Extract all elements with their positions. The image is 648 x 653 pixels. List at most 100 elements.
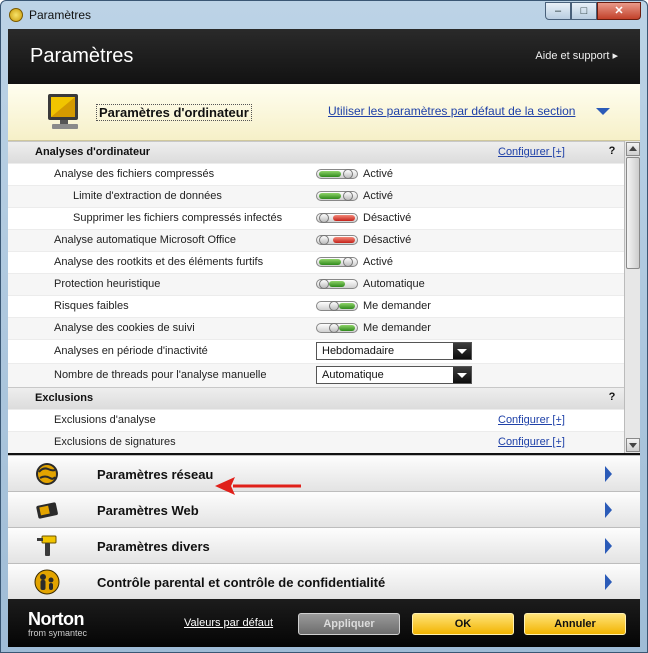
panel-label: Paramètres Web bbox=[97, 503, 199, 518]
setting-row[interactable]: Nombre de threads pour l'analyse manuell… bbox=[8, 363, 624, 387]
settings-window: Paramètres – □ ✕ Paramètres Aide et supp… bbox=[0, 0, 648, 653]
setting-label: Analyse des cookies de suivi bbox=[54, 322, 195, 334]
cancel-button[interactable]: Annuler bbox=[524, 613, 626, 635]
window-controls: – □ ✕ bbox=[545, 2, 641, 20]
panel-misc[interactable]: Paramètres divers bbox=[8, 527, 640, 563]
vertical-scrollbar[interactable] bbox=[624, 141, 640, 453]
scroll-thumb[interactable] bbox=[626, 157, 640, 269]
close-icon[interactable]: ✕ bbox=[597, 2, 641, 20]
panel-network[interactable]: Paramètres réseau bbox=[8, 455, 640, 491]
header: Paramètres Aide et support ▸ bbox=[8, 29, 640, 84]
setting-label: Limite d'extraction de données bbox=[73, 190, 222, 202]
client-area: Paramètres Aide et support ▸ Paramètres … bbox=[8, 29, 640, 647]
setting-row[interactable]: Limite d'extraction de données Activé bbox=[8, 185, 624, 207]
setting-row[interactable]: Analyse des cookies de suivi Me demander bbox=[8, 317, 624, 339]
web-card-icon bbox=[36, 502, 58, 519]
tools-icon bbox=[37, 535, 57, 556]
section-title: Paramètres d'ordinateur bbox=[96, 104, 252, 121]
panel-label: Paramètres réseau bbox=[97, 467, 214, 482]
help-support-link[interactable]: Aide et support ▸ bbox=[535, 49, 618, 62]
maximize-icon[interactable]: □ bbox=[571, 2, 597, 20]
apply-button[interactable]: Appliquer bbox=[298, 613, 400, 635]
dropdown-value: Hebdomadaire bbox=[322, 345, 395, 357]
setting-label: Protection heuristique bbox=[54, 278, 161, 290]
toggle-switch[interactable] bbox=[316, 213, 358, 223]
setting-row[interactable]: Protection heuristique Automatique bbox=[8, 273, 624, 295]
setting-label: Nombre de threads pour l'analyse manuell… bbox=[54, 369, 267, 381]
setting-value: Désactivé bbox=[363, 212, 412, 224]
setting-value: Activé bbox=[363, 256, 393, 268]
panel-label: Contrôle parental et contrôle de confide… bbox=[97, 575, 386, 590]
setting-value: Activé bbox=[363, 168, 393, 180]
setting-row[interactable]: Analyse automatique Microsoft Office Dés… bbox=[8, 229, 624, 251]
section-defaults-link[interactable]: Utiliser les paramètres par défaut de la… bbox=[328, 104, 575, 118]
globe-icon bbox=[36, 463, 58, 485]
setting-row[interactable]: Analyses en période d'inactivité Hebdoma… bbox=[8, 339, 624, 363]
category-label: Analyses d'ordinateur bbox=[35, 146, 151, 158]
toggle-switch[interactable] bbox=[316, 191, 358, 201]
toggle-switch[interactable] bbox=[316, 301, 358, 311]
threads-dropdown[interactable]: Automatique bbox=[316, 366, 472, 384]
toggle-switch[interactable] bbox=[316, 279, 358, 289]
setting-row[interactable]: Analyse des rootkits et des éléments fur… bbox=[8, 251, 624, 273]
toggle-switch[interactable] bbox=[316, 169, 358, 179]
category-label: Exclusions bbox=[35, 392, 94, 404]
scroll-up-icon[interactable] bbox=[626, 142, 640, 156]
page-title: Paramètres bbox=[30, 45, 134, 67]
scroll-down-icon[interactable] bbox=[626, 438, 640, 452]
parental-icon bbox=[34, 569, 60, 595]
help-icon[interactable]: ? bbox=[605, 145, 619, 159]
setting-value: Désactivé bbox=[363, 234, 412, 246]
configure-link[interactable]: Configurer [+] bbox=[498, 146, 565, 158]
chevron-down-icon[interactable] bbox=[453, 367, 471, 383]
setting-label: Risques faibles bbox=[54, 300, 129, 312]
red-pointer-arrow-icon bbox=[215, 477, 301, 495]
setting-row[interactable]: Analyse des fichiers compressés Activé bbox=[8, 163, 624, 185]
toggle-switch[interactable] bbox=[316, 257, 358, 267]
configure-link[interactable]: Configurer [+] bbox=[498, 414, 565, 426]
expand-arrow-icon[interactable] bbox=[605, 466, 612, 482]
toggle-switch[interactable] bbox=[316, 323, 358, 333]
toggle-switch[interactable] bbox=[316, 235, 358, 245]
panel-web[interactable]: Paramètres Web bbox=[8, 491, 640, 527]
setting-row[interactable]: Risques faibles Me demander bbox=[8, 295, 624, 317]
setting-value: Me demander bbox=[363, 300, 431, 312]
dropdown-value: Automatique bbox=[322, 369, 384, 381]
exclusion-row[interactable]: Exclusions d'analyse Configurer [+] bbox=[8, 409, 624, 431]
setting-value: Automatique bbox=[363, 278, 425, 290]
category-analyses: Analyses d'ordinateur Configurer [+] ? bbox=[8, 141, 624, 163]
expand-arrow-icon[interactable] bbox=[605, 574, 612, 590]
norton-logo: Norton from symantec bbox=[28, 609, 87, 638]
monitor-icon bbox=[48, 94, 78, 129]
window-title: Paramètres bbox=[29, 8, 92, 22]
expand-arrow-icon[interactable] bbox=[605, 538, 612, 554]
footer: Norton from symantec Valeurs par défaut … bbox=[8, 599, 640, 647]
setting-label: Analyses en période d'inactivité bbox=[54, 345, 208, 357]
setting-label: Analyse automatique Microsoft Office bbox=[54, 234, 236, 246]
minimize-icon[interactable]: – bbox=[545, 2, 571, 20]
logo-subtitle: from symantec bbox=[28, 628, 88, 638]
expand-arrow-icon[interactable] bbox=[605, 502, 612, 518]
setting-label: Supprimer les fichiers compressés infect… bbox=[73, 212, 283, 224]
ok-button[interactable]: OK bbox=[412, 613, 514, 635]
help-icon[interactable]: ? bbox=[605, 391, 619, 405]
setting-label: Analyse des fichiers compressés bbox=[54, 168, 215, 180]
section-header[interactable]: Paramètres d'ordinateur Utiliser les par… bbox=[8, 84, 640, 141]
setting-value: Activé bbox=[363, 190, 393, 202]
collapse-arrow-icon[interactable] bbox=[596, 108, 610, 115]
exclusion-label: Exclusions de signatures bbox=[54, 436, 176, 448]
panel-parental[interactable]: Contrôle parental et contrôle de confide… bbox=[8, 563, 640, 599]
logo-word: Norton bbox=[28, 609, 84, 629]
title-bar[interactable]: Paramètres – □ ✕ bbox=[1, 1, 647, 29]
exclusion-label: Exclusions d'analyse bbox=[54, 414, 156, 426]
category-exclusions: Exclusions ? bbox=[8, 387, 624, 409]
exclusion-row[interactable]: Exclusions de signatures Configurer [+] bbox=[8, 431, 624, 453]
chevron-down-icon[interactable] bbox=[453, 343, 471, 359]
restore-defaults-link[interactable]: Valeurs par défaut bbox=[184, 617, 273, 629]
setting-value: Me demander bbox=[363, 322, 431, 334]
norton-app-icon bbox=[9, 8, 23, 22]
idle-scan-dropdown[interactable]: Hebdomadaire bbox=[316, 342, 472, 360]
configure-link[interactable]: Configurer [+] bbox=[498, 436, 565, 448]
settings-list: Analyses d'ordinateur Configurer [+] ? A… bbox=[8, 141, 624, 453]
setting-row[interactable]: Supprimer les fichiers compressés infect… bbox=[8, 207, 624, 229]
